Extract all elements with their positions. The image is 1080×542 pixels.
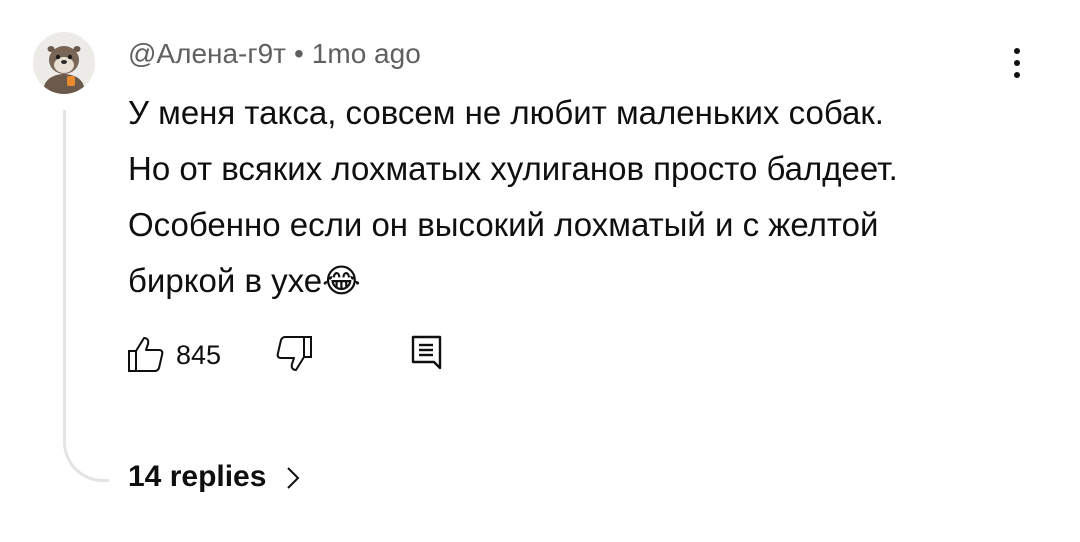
replies-label: 14 replies	[128, 460, 267, 493]
comment-line: биркой в ухе😂	[128, 262, 361, 299]
like-count: 845	[176, 340, 222, 370]
replies-button[interactable]: 14 replies	[128, 460, 301, 494]
chevron-right-icon	[287, 467, 300, 489]
otter-avatar-icon	[33, 32, 95, 94]
reply-button[interactable]	[410, 334, 444, 379]
comment-header: @Алена-г9т • 1mo ago	[128, 38, 421, 70]
author-name[interactable]: @Алена-г9т	[128, 38, 286, 69]
thread-line	[63, 110, 109, 482]
thumb-down-icon	[276, 336, 312, 371]
thumb-up-icon	[128, 337, 164, 372]
more-options-button[interactable]	[1002, 44, 1032, 84]
like-button[interactable]	[126, 334, 166, 379]
reply-comment-icon	[411, 335, 442, 370]
header-separator: •	[293, 38, 304, 69]
comment-text: У меня такса, совсем не любит маленьких …	[128, 85, 1028, 309]
dislike-button[interactable]	[274, 334, 314, 379]
avatar[interactable]	[33, 32, 95, 94]
more-vert-icon	[1014, 48, 1020, 78]
comment-line: Но от всяких лохматых хулиганов просто б…	[128, 150, 898, 187]
comment-time: 1mo ago	[311, 38, 421, 69]
comment-line: Особенно если он высокий лохматый и с же…	[128, 206, 879, 243]
comment-line: У меня такса, совсем не любит маленьких …	[128, 94, 884, 131]
